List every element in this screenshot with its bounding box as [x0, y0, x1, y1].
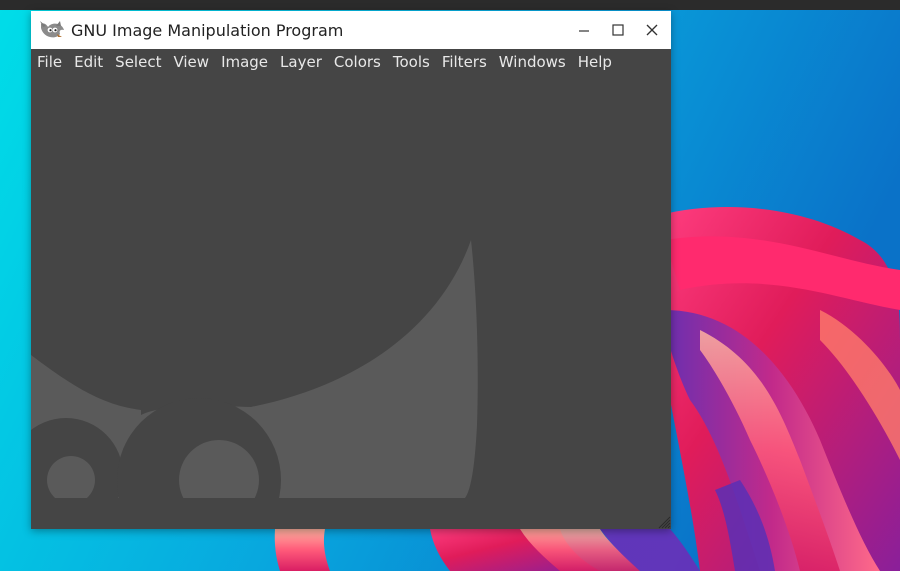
maximize-button[interactable] [604, 16, 632, 44]
window-title: GNU Image Manipulation Program [71, 20, 344, 40]
close-icon [646, 24, 658, 36]
menu-edit[interactable]: Edit [68, 49, 109, 75]
menu-windows[interactable]: Windows [493, 49, 572, 75]
wilber-watermark [31, 240, 671, 529]
menu-filters[interactable]: Filters [436, 49, 493, 75]
empty-image-canvas[interactable] [31, 75, 671, 529]
minimize-icon [579, 30, 589, 32]
title-bar[interactable]: GNU Image Manipulation Program [31, 11, 671, 49]
wilber-icon [38, 18, 66, 42]
close-button[interactable] [638, 16, 666, 44]
menu-help[interactable]: Help [572, 49, 618, 75]
gimp-window: GNU Image Manipulation Program File Edit… [31, 11, 671, 529]
menu-image[interactable]: Image [215, 49, 274, 75]
menu-file[interactable]: File [31, 49, 68, 75]
menu-layer[interactable]: Layer [274, 49, 328, 75]
menu-select[interactable]: Select [109, 49, 167, 75]
resize-grip-icon[interactable] [657, 515, 671, 529]
menu-colors[interactable]: Colors [328, 49, 387, 75]
menu-tools[interactable]: Tools [387, 49, 436, 75]
top-panel-strip [0, 0, 900, 10]
menu-view[interactable]: View [167, 49, 215, 75]
minimize-button[interactable] [570, 16, 598, 44]
maximize-icon [612, 24, 624, 36]
menu-bar: File Edit Select View Image Layer Colors… [31, 49, 671, 75]
